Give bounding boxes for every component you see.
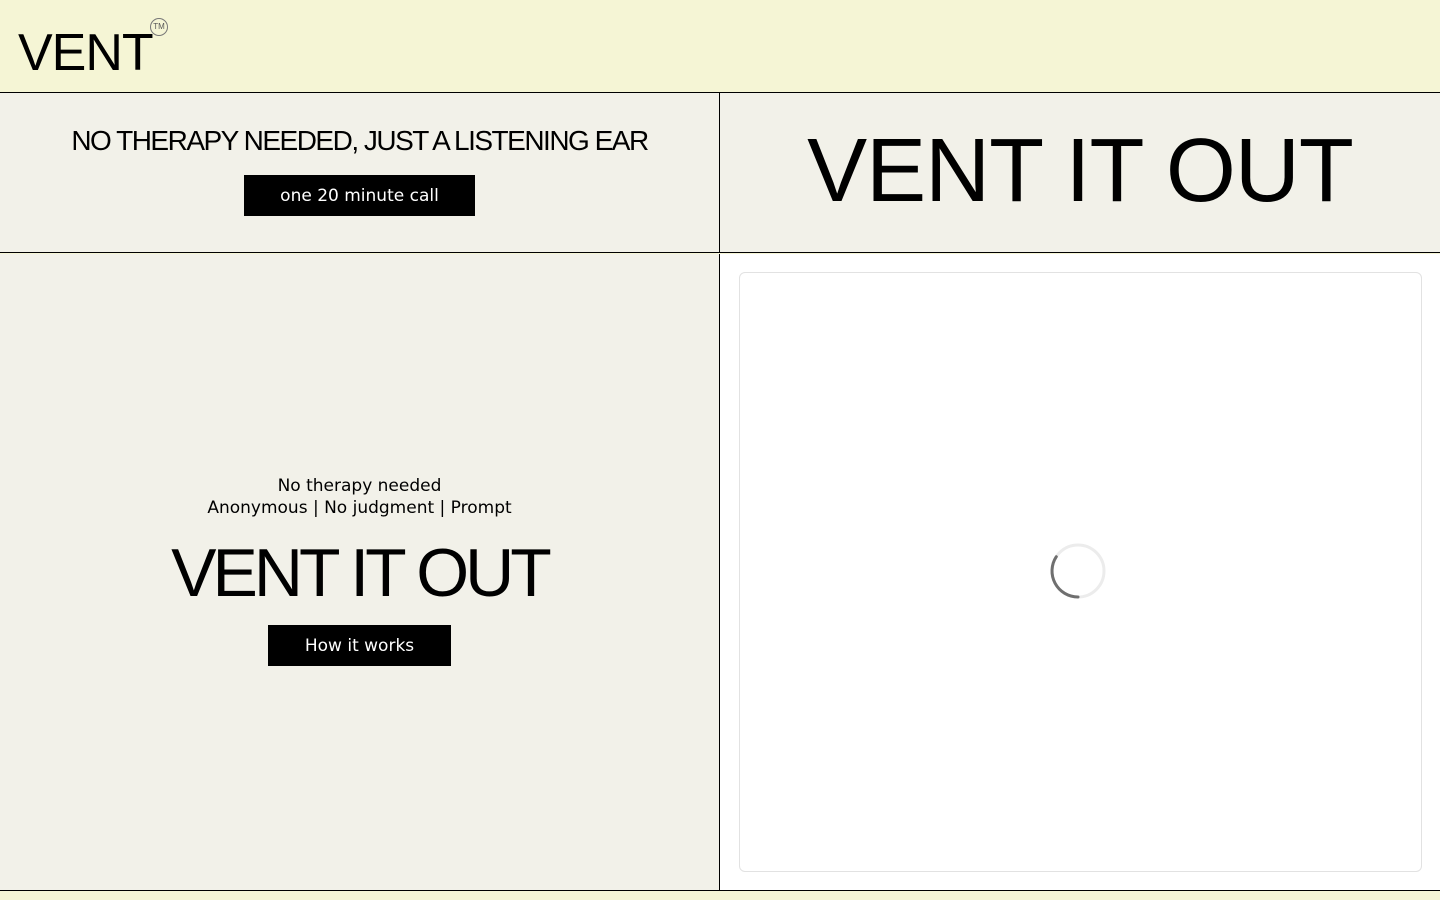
site-logo[interactable]: VENT bbox=[18, 24, 154, 82]
tagline-panel: NO THERAPY NEEDED, JUST A LISTENING EAR … bbox=[0, 93, 720, 253]
intro-line-2: Anonymous | No judgment | Prompt bbox=[207, 498, 512, 518]
intro-headline: VENT IT OUT bbox=[171, 535, 552, 611]
intro-line-1: No therapy needed bbox=[277, 476, 442, 496]
footer-strip bbox=[0, 890, 1440, 900]
how-it-works-button[interactable]: How it works bbox=[268, 625, 451, 666]
site-header: VENT TM bbox=[0, 0, 1440, 93]
hero-headline: VENT IT OUT bbox=[807, 121, 1354, 221]
book-call-button[interactable]: one 20 minute call bbox=[244, 175, 475, 216]
tagline: NO THERAPY NEEDED, JUST A LISTENING EAR bbox=[71, 125, 649, 156]
spinner-icon bbox=[1050, 543, 1106, 599]
embed-frame[interactable] bbox=[739, 272, 1422, 872]
embed-panel bbox=[720, 254, 1440, 890]
headline-panel: VENT IT OUT bbox=[720, 93, 1440, 253]
trademark-icon: TM bbox=[150, 18, 168, 36]
intro-panel: No therapy needed Anonymous | No judgmen… bbox=[0, 254, 720, 890]
